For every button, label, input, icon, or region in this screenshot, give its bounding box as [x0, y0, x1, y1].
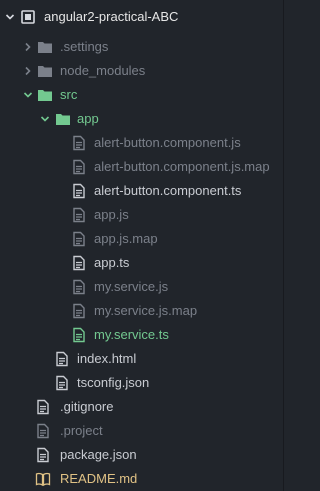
chevron-right-icon[interactable] [23, 66, 33, 76]
tree-item-label: my.service.ts [94, 327, 169, 342]
tree-file-project[interactable]: .project [0, 419, 283, 443]
tree-item-label: node_modules [60, 63, 146, 78]
file-text-icon [71, 159, 87, 175]
tree-file-app-js-map[interactable]: app.js.map [0, 227, 283, 251]
tree-item-label: tsconfig.json [77, 375, 150, 390]
tree-folder-app[interactable]: app [0, 107, 283, 131]
tree-item-label: alert-button.component.js [94, 135, 241, 150]
file-text-icon [54, 351, 70, 367]
file-text-icon [71, 279, 87, 295]
book-icon [35, 471, 51, 487]
folder-open-icon [55, 111, 71, 127]
file-text-icon [71, 255, 87, 271]
file-text-icon [71, 327, 87, 343]
tree-item-label: .settings [60, 39, 109, 54]
repo-icon [20, 9, 36, 25]
tree-item-label: src [60, 87, 78, 102]
tree-file-my-service-ts[interactable]: my.service.ts [0, 323, 283, 347]
tree-file-gitignore[interactable]: .gitignore [0, 395, 283, 419]
file-text-icon [35, 423, 51, 439]
folder-icon [37, 39, 53, 55]
tree-file-alert-button-component-js-map[interactable]: alert-button.component.js.map [0, 155, 283, 179]
chevron-down-icon[interactable] [5, 12, 15, 22]
tree-file-tsconfig-json[interactable]: tsconfig.json [0, 371, 283, 395]
file-text-icon [35, 447, 51, 463]
tree-file-app-js[interactable]: app.js [0, 203, 283, 227]
tree-file-my-service-js-map[interactable]: my.service.js.map [0, 299, 283, 323]
tree-item-label: .gitignore [60, 399, 114, 414]
root-label: angular2-practical-ABC [44, 9, 179, 24]
file-text-icon [71, 135, 87, 151]
tree-file-my-service-js[interactable]: my.service.js [0, 275, 283, 299]
tree-item-label: alert-button.component.ts [94, 183, 242, 198]
tree-folder-node-modules[interactable]: node_modules [0, 59, 283, 83]
tree-file-index-html[interactable]: index.html [0, 347, 283, 371]
tree-folder-src[interactable]: src [0, 83, 283, 107]
tree-file-alert-button-component-ts[interactable]: alert-button.component.ts [0, 179, 283, 203]
tree-root[interactable]: angular2-practical-ABC [0, 5, 283, 29]
tree-file-app-ts[interactable]: app.ts [0, 251, 283, 275]
file-text-icon [35, 399, 51, 415]
file-text-icon [71, 303, 87, 319]
tree-item-label: my.service.js.map [94, 303, 198, 318]
tree-item-label: app [77, 111, 99, 126]
tree-item-label: app.js.map [94, 231, 158, 246]
tree-item-label: app.js [94, 207, 129, 222]
file-text-icon [71, 207, 87, 223]
folder-open-icon [37, 87, 53, 103]
tree-file-package-json[interactable]: package.json [0, 443, 283, 467]
folder-icon [37, 63, 53, 79]
chevron-down-icon[interactable] [23, 90, 33, 100]
chevron-right-icon[interactable] [23, 42, 33, 52]
chevron-down-icon[interactable] [40, 114, 50, 124]
tree-item-label: .project [60, 423, 103, 438]
tree-item-label: README.md [60, 471, 138, 486]
tree-file-readme-md[interactable]: README.md [0, 467, 283, 491]
tree-item-label: package.json [60, 447, 137, 462]
tree-folder-settings[interactable]: .settings [0, 35, 283, 59]
file-text-icon [71, 183, 87, 199]
tree-item-label: index.html [77, 351, 137, 366]
tree-item-label: my.service.js [94, 279, 169, 294]
file-text-icon [54, 375, 70, 391]
file-text-icon [71, 231, 87, 247]
file-tree: angular2-practical-ABC .settings node_mo… [0, 0, 284, 491]
tree-file-alert-button-component-js[interactable]: alert-button.component.js [0, 131, 283, 155]
tree-item-label: alert-button.component.js.map [94, 159, 270, 174]
tree-item-label: app.ts [94, 255, 130, 270]
